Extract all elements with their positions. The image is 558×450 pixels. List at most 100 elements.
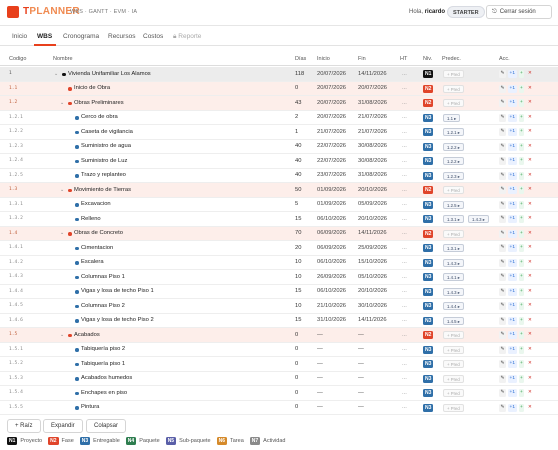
table-row[interactable]: 1.5.1 Tabiquería piso 2 0 — —... N3 + Pred ✎ +1 +… [0,343,558,357]
row-name[interactable]: Vigas y losa de techo Piso 2 [81,317,154,323]
edit-icon[interactable]: ✎ [499,287,507,296]
predecessor-chip[interactable]: 1.2.1 ▸ [443,128,464,136]
table-row[interactable]: 1.5.2 Tabiquería piso 1 0 — —... N3 + Pred ✎ +1 +… [0,357,558,372]
edit-icon[interactable]: ✎ [499,302,507,310]
edit-icon[interactable]: ✎ [499,331,507,339]
add-one-button[interactable]: +1 [508,186,517,194]
edit-icon[interactable]: ✎ [499,316,507,325]
row-ht[interactable]: ... [402,158,407,164]
row-ht[interactable]: ... [402,288,407,294]
table-row[interactable]: 1.4.4 Vigas y losa de techo Piso 1 15 06/10… [0,285,558,299]
collapse-chevron-icon[interactable]: ⌄ [54,71,58,77]
row-name[interactable]: Vigas y losa de techo Piso 1 [81,288,154,294]
table-row[interactable]: 1.4 ⌄ Obras de Concreto 70 06/09/2026 14/11/2… [0,226,558,241]
row-name[interactable]: Tabiquería piso 1 [81,361,125,367]
row-ht[interactable]: ... [402,274,407,280]
delete-icon[interactable]: ✕ [526,186,533,194]
row-name[interactable]: Columnas Piso 1 [81,274,125,280]
add-child-button[interactable]: + [518,215,525,223]
row-ht[interactable]: ... [402,317,407,323]
row-ht[interactable]: ... [402,187,407,193]
add-child-button[interactable]: + [518,244,525,252]
predecessor-chip[interactable]: 1.4.1 ▸ [443,273,464,281]
row-ht[interactable]: ... [402,129,407,135]
add-child-button[interactable]: + [518,302,525,310]
collapse-chevron-icon[interactable]: ⌄ [60,332,64,338]
add-child-button[interactable]: + [518,258,525,267]
add-child-button[interactable]: + [518,142,525,151]
delete-icon[interactable]: ✕ [526,244,533,252]
row-name[interactable]: Pintura [81,404,99,410]
edit-icon[interactable]: ✎ [499,215,507,223]
collapse-chevron-icon[interactable]: ⌄ [60,100,64,106]
table-row[interactable]: 1.5.5 Pintura 0 — —... N3 + Pred ✎ +1 + ✕ [0,401,558,415]
predecessor-chip[interactable]: + Pred [443,360,464,368]
table-row[interactable]: 1.5.3 Acabados humedos 0 — —... N3 + Pred ✎ +1 + ✕ [0,372,558,386]
row-name[interactable]: Trazo y replanteo [81,172,126,178]
predecessor-chip[interactable]: + Pred [443,99,464,107]
row-name[interactable]: Inicio de Obra [74,85,110,91]
collapse-all-button[interactable]: Colapsar [86,419,127,433]
row-name[interactable]: Enchapes en piso [81,390,127,396]
row-name[interactable]: Escalera [81,259,104,265]
predecessor-chip[interactable]: 1.3.1 ▸ [443,244,464,252]
add-one-button[interactable]: +1 [508,99,517,107]
delete-icon[interactable]: ✕ [526,389,533,397]
add-child-button[interactable]: + [518,403,525,412]
tab-reporte[interactable]: 🔒︎ Reporte [173,33,201,41]
table-row[interactable]: 1.4.6 Vigas y losa de techo Piso 2 15 31/10… [0,314,558,328]
row-ht[interactable]: ... [402,201,407,207]
delete-icon[interactable]: ✕ [526,114,533,122]
edit-icon[interactable]: ✎ [499,360,507,368]
add-one-button[interactable]: +1 [508,345,517,354]
edit-icon[interactable]: ✎ [499,403,507,412]
add-root-button[interactable]: + Raíz [7,419,41,433]
add-child-button[interactable]: + [518,200,525,209]
delete-icon[interactable]: ✕ [526,288,533,296]
row-ht[interactable]: ... [402,216,407,222]
table-row[interactable]: 1.4.3 Columnas Piso 1 10 26/09/2026 05/10/20… [0,270,558,285]
expand-all-button[interactable]: Expandir [43,419,83,433]
row-ht[interactable]: ... [402,375,407,381]
add-child-button[interactable]: + [518,389,525,397]
table-row[interactable]: 1.2.4 Suministro de Luz 40 22/07/2026 30/08/… [0,154,558,169]
edit-icon[interactable]: ✎ [499,258,507,267]
predecessor-chip[interactable]: 1.2.2 ▸ [443,142,464,151]
tab-costos[interactable]: Costos [143,33,163,40]
add-one-button[interactable]: +1 [508,316,517,325]
row-ht[interactable]: ... [402,390,407,396]
tab-inicio[interactable]: Inicio [12,33,27,40]
add-child-button[interactable]: + [518,157,525,165]
table-row[interactable]: 1.4.2 Escalera 10 06/10/2026 15/10/2026... N3… [0,256,558,270]
add-child-button[interactable]: + [518,229,525,238]
row-ht[interactable]: ... [402,404,407,410]
edit-icon[interactable]: ✎ [499,374,507,383]
tab-recursos[interactable]: Recursos [108,33,135,40]
predecessor-chip[interactable]: 1.4.4 ▸ [443,302,464,310]
edit-icon[interactable]: ✎ [499,244,507,252]
delete-icon[interactable]: ✕ [526,346,533,354]
edit-icon[interactable]: ✎ [499,142,507,151]
add-child-button[interactable]: + [518,113,525,122]
table-row[interactable]: 1.2.1 Cerco de obra 2 20/07/2026 21/07/2026.… [0,111,558,125]
row-ht[interactable]: ... [402,303,407,309]
add-one-button[interactable]: +1 [508,200,517,209]
predecessor-chip[interactable]: + Pred [443,84,464,93]
row-ht[interactable]: ... [402,361,407,367]
row-ht[interactable]: ... [402,346,407,352]
table-row[interactable]: 1.2 ⌄ Obras Preliminares 43 20/07/2026 31/08/… [0,96,558,111]
table-row[interactable]: 1.2.2 Caseta de vigilancia 1 21/07/2026 21/0… [0,125,558,140]
delete-icon[interactable]: ✕ [526,172,533,180]
add-child-button[interactable]: + [518,360,525,368]
delete-icon[interactable]: ✕ [526,331,533,339]
predecessor-chip[interactable]: + Pred [443,374,464,383]
row-name[interactable]: Caseta de vigilancia [81,129,133,135]
add-one-button[interactable]: +1 [508,331,517,339]
edit-icon[interactable]: ✎ [499,273,507,281]
row-name[interactable]: Relleno [81,216,101,222]
add-one-button[interactable]: +1 [508,389,517,397]
table-row[interactable]: 1.3.2 Relleno 15 06/10/2026 20/10/2026... N3 1… [0,212,558,227]
add-one-button[interactable]: +1 [508,70,517,78]
add-child-button[interactable]: + [518,345,525,354]
add-one-button[interactable]: +1 [508,128,517,136]
